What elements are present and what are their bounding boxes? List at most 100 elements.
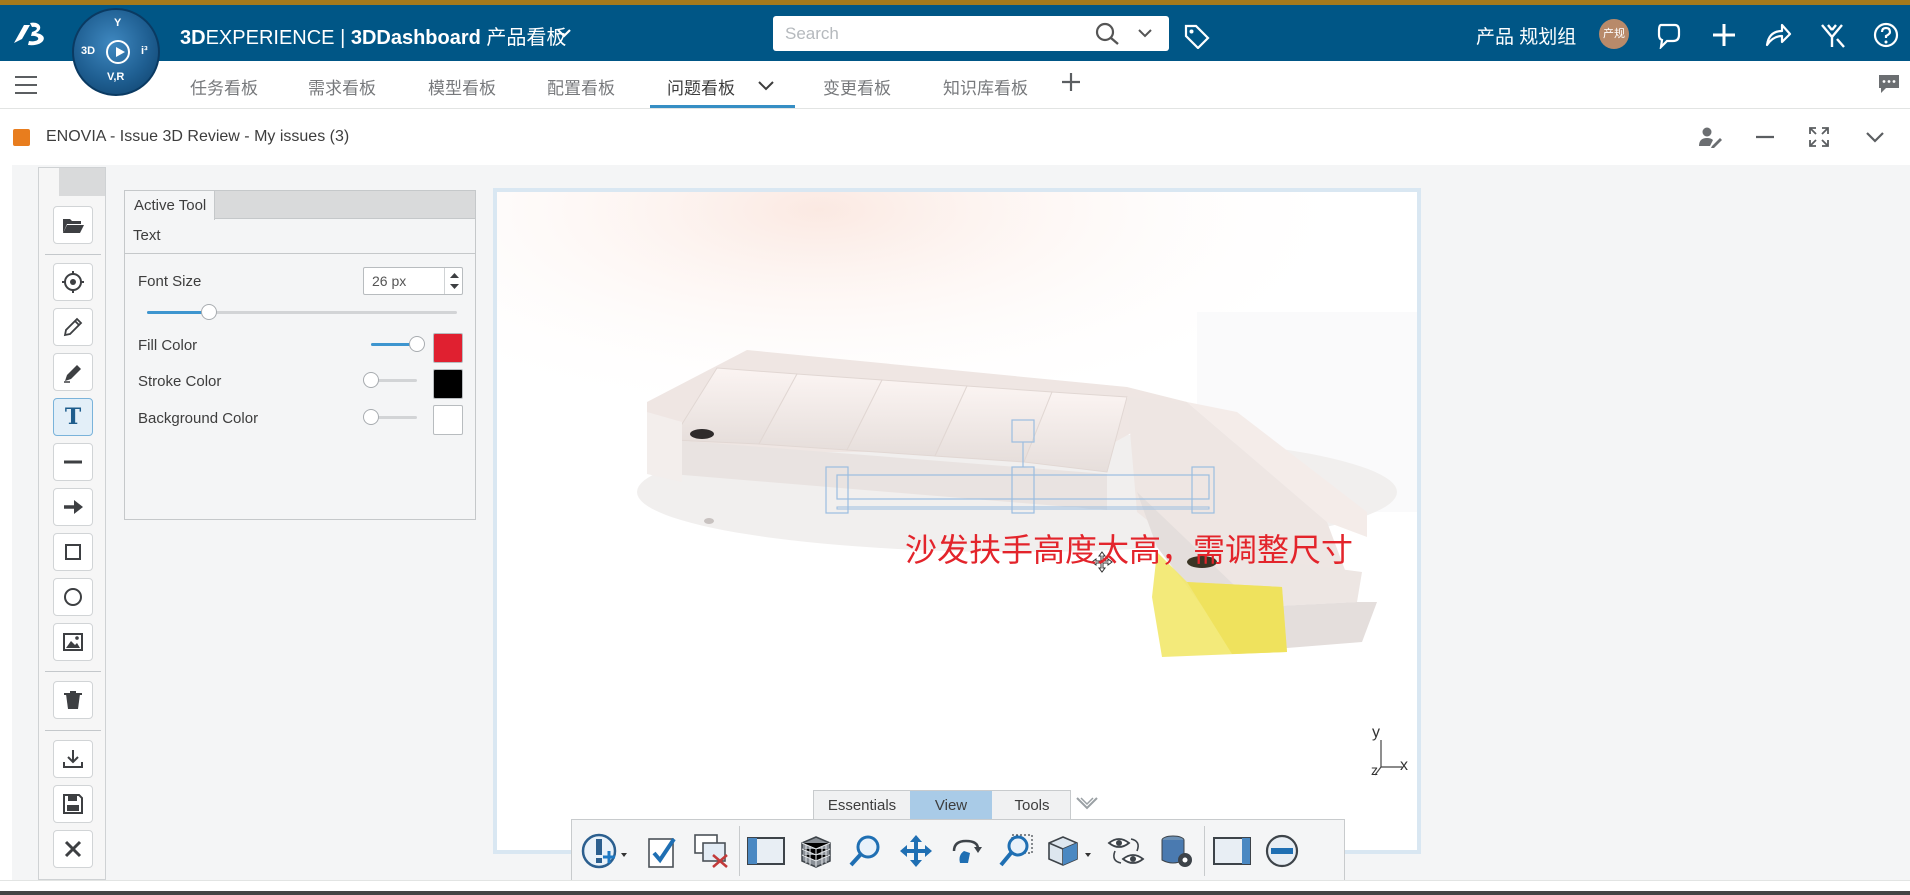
panel-view-icon (747, 837, 785, 865)
marker-tool-button[interactable] (53, 353, 93, 391)
tab-config-board[interactable]: 配置看板 (547, 74, 615, 99)
user-name[interactable]: 产品 规划组 (1476, 22, 1576, 49)
hide-show-button[interactable] (1104, 829, 1148, 873)
speech-bubble-icon[interactable] (1655, 21, 1683, 49)
tab-active-tool[interactable]: Active Tool (125, 191, 215, 220)
widget-title: ENOVIA - Issue 3D Review - My issues (3) (46, 128, 350, 145)
split-panel-button[interactable] (1210, 829, 1254, 873)
help-icon[interactable] (1872, 21, 1900, 49)
add-tab-icon[interactable] (1060, 71, 1082, 93)
axis-z-label: z (1371, 762, 1378, 778)
tag-icon[interactable] (1183, 23, 1211, 49)
tab-issue-board[interactable]: 问题看板 (667, 74, 735, 99)
compass-app-icon[interactable] (1818, 21, 1846, 49)
zoom-button[interactable] (844, 829, 888, 873)
tab-requirement-board[interactable]: 需求看板 (308, 74, 376, 99)
tab-essentials[interactable]: Essentials (814, 791, 910, 821)
font-size-slider[interactable] (147, 304, 457, 320)
split-panel-icon (1213, 837, 1251, 865)
close-icon (64, 840, 82, 858)
chevron-down-icon[interactable] (1864, 126, 1886, 148)
view-cube-icon (1048, 836, 1091, 866)
chevron-down-icon[interactable] (556, 27, 572, 39)
fill-opacity-slider[interactable] (371, 336, 425, 352)
background-color-swatch[interactable] (433, 405, 463, 435)
create-issue-button[interactable] (580, 829, 634, 873)
pan-icon (900, 835, 932, 867)
grid-cube-button[interactable] (794, 829, 838, 873)
chevron-down-icon[interactable] (757, 79, 775, 91)
panel-view-button[interactable] (744, 829, 788, 873)
line-tool-button[interactable] (53, 443, 93, 481)
font-size-spinner[interactable] (444, 268, 463, 294)
avatar[interactable]: 产规 (1599, 19, 1629, 49)
axis-y-label: y (1372, 724, 1380, 741)
minimize-icon[interactable] (1754, 126, 1776, 148)
font-size-slider-thumb[interactable] (201, 304, 217, 320)
stroke-opacity-slider-thumb[interactable] (363, 372, 379, 388)
play-icon (106, 40, 130, 64)
dashboard-name: 产品看板 (486, 27, 567, 49)
tab-change-board[interactable]: 变更看板 (823, 74, 891, 99)
compass-left-label: 3D (81, 45, 96, 57)
rectangle-icon (65, 544, 81, 560)
action-bar-divider (739, 826, 740, 876)
remove-button[interactable] (1260, 829, 1304, 873)
panel-tab-bar: Active Tool (125, 191, 475, 220)
action-bar-tabs: Essentials View Tools (813, 790, 1072, 821)
rotate-button[interactable] (944, 829, 988, 873)
pencil-tool-button[interactable] (53, 308, 93, 346)
3d-viewport[interactable]: 沙发扶手高度太高，需调整尺寸 (493, 188, 1421, 854)
stroke-color-swatch[interactable] (433, 369, 463, 399)
search-icon[interactable] (1095, 22, 1121, 46)
plus-icon[interactable] (1710, 21, 1738, 49)
compass-widget[interactable]: Y 3D i³ V,R (72, 8, 160, 96)
search-input[interactable] (785, 22, 1085, 46)
save-button[interactable] (53, 785, 93, 823)
open-folder-button[interactable] (53, 206, 93, 244)
tab-view[interactable]: View (910, 791, 992, 821)
view-cube-button[interactable] (1044, 829, 1096, 873)
chevron-down-icon[interactable] (1137, 27, 1153, 39)
user-edit-icon[interactable] (1698, 126, 1722, 148)
hamburger-menu-icon[interactable] (14, 75, 38, 95)
fill-opacity-slider-thumb[interactable] (409, 336, 425, 352)
image-tool-button[interactable] (53, 623, 93, 661)
background-opacity-slider[interactable] (363, 409, 417, 425)
circle-tool-button[interactable] (53, 578, 93, 616)
active-tab-indicator (650, 105, 795, 108)
download-button[interactable] (53, 740, 93, 778)
tab-tools[interactable]: Tools (992, 791, 1072, 821)
pan-button[interactable] (894, 829, 938, 873)
brand-title[interactable]: 3DEXPERIENCE | 3DDashboard 产品看板 (180, 21, 566, 50)
font-size-input[interactable] (372, 272, 432, 290)
target-tool-button[interactable] (53, 263, 93, 301)
delete-button[interactable] (53, 681, 93, 719)
ds-logo-icon[interactable] (10, 19, 52, 49)
rotate-icon (952, 839, 982, 863)
tab-model-board[interactable]: 模型看板 (428, 74, 496, 99)
fullscreen-icon[interactable] (1808, 126, 1830, 148)
annotation-text[interactable]: 沙发扶手高度太高，需调整尺寸 (905, 525, 1353, 571)
compare-button[interactable] (690, 829, 734, 873)
stroke-opacity-slider[interactable] (363, 372, 417, 388)
tab-knowledge-board[interactable]: 知识库看板 (943, 74, 1028, 99)
chat-icon[interactable] (1877, 73, 1901, 95)
approve-button[interactable] (640, 829, 684, 873)
text-tool-button[interactable]: T (53, 398, 93, 436)
fill-color-swatch[interactable] (433, 333, 463, 363)
database-settings-button[interactable] (1154, 829, 1198, 873)
close-button[interactable] (53, 830, 93, 868)
active-tool-panel: Active Tool Text Font Size Fill Color St… (124, 190, 476, 520)
zoom-area-button[interactable] (994, 829, 1038, 873)
tab-task-board[interactable]: 任务看板 (190, 74, 258, 99)
marker-icon (64, 365, 81, 383)
sofa-model[interactable] (497, 192, 1417, 850)
arrow-tool-button[interactable] (53, 488, 93, 526)
toolbar-divider (45, 254, 101, 255)
collapse-actionbar-icon[interactable] (1075, 796, 1099, 812)
background-opacity-slider-thumb[interactable] (363, 409, 379, 425)
share-icon[interactable] (1764, 21, 1792, 49)
rectangle-tool-button[interactable] (53, 533, 93, 571)
download-icon (63, 750, 83, 768)
